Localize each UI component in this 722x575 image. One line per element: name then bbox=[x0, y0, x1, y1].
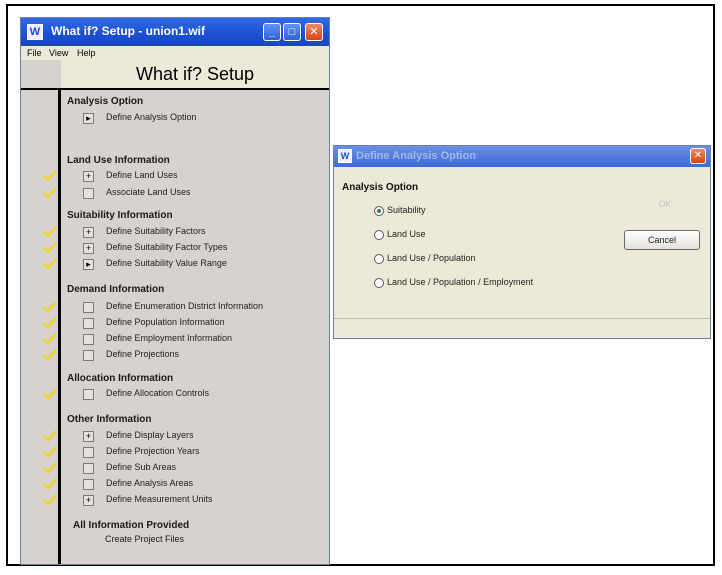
section-heading: All Information Provided bbox=[73, 520, 190, 531]
radio-button-icon[interactable] bbox=[374, 278, 384, 288]
expand-icon[interactable]: + bbox=[83, 431, 94, 442]
setup-step-label: Define Analysis Areas bbox=[106, 478, 194, 488]
expand-icon[interactable]: + bbox=[83, 171, 94, 182]
checkmark-icon bbox=[43, 317, 57, 329]
step-box-icon[interactable] bbox=[83, 334, 94, 345]
window-titlebar: W What if? Setup - union1.wif _ □ ✕ bbox=[21, 18, 329, 46]
setup-title: What if? Setup bbox=[61, 60, 329, 88]
maximize-button[interactable]: □ bbox=[283, 23, 301, 41]
menu-help[interactable]: Help bbox=[77, 48, 96, 58]
setup-step-label: Define Allocation Controls bbox=[106, 388, 210, 398]
checkmark-icon bbox=[43, 333, 57, 345]
play-icon[interactable]: ▸ bbox=[83, 113, 94, 124]
create-project-files-link[interactable]: Create Project Files bbox=[105, 534, 184, 544]
step-box-icon[interactable] bbox=[83, 463, 94, 474]
section-heading: Analysis Option bbox=[67, 96, 144, 107]
checkmark-icon bbox=[43, 478, 57, 490]
setup-step-label: Define Suitability Factors bbox=[106, 226, 206, 236]
checkmark-icon bbox=[43, 349, 57, 361]
section-heading: Allocation Information bbox=[67, 373, 174, 384]
radio-label: Suitability bbox=[387, 205, 426, 215]
radio-button-icon[interactable] bbox=[374, 206, 384, 216]
section-heading: Land Use Information bbox=[67, 155, 170, 166]
checkmark-icon bbox=[43, 301, 57, 313]
header-divider bbox=[21, 88, 329, 90]
checkmark-icon bbox=[43, 242, 57, 254]
step-box-icon[interactable] bbox=[83, 447, 94, 458]
dialog-title: Define Analysis Option bbox=[356, 150, 477, 162]
checkmark-icon bbox=[43, 430, 57, 442]
window-title: What if? Setup - union1.wif bbox=[51, 24, 205, 38]
setup-step-label: Define Population Information bbox=[106, 317, 225, 327]
section-heading: Demand Information bbox=[67, 284, 165, 295]
setup-step-label: Define Land Uses bbox=[106, 170, 178, 180]
checkmark-icon bbox=[43, 446, 57, 458]
setup-step-label: Define Employment Information bbox=[106, 333, 233, 343]
setup-step-label: Associate Land Uses bbox=[106, 187, 191, 197]
radio-button-icon[interactable] bbox=[374, 230, 384, 240]
step-box-icon[interactable] bbox=[83, 302, 94, 313]
setup-step-label: Define Enumeration District Information bbox=[106, 301, 264, 311]
menu-bar: File View Help bbox=[21, 46, 329, 60]
setup-step-label: Define Sub Areas bbox=[106, 462, 177, 472]
step-box-icon[interactable] bbox=[83, 318, 94, 329]
expand-icon[interactable]: + bbox=[83, 243, 94, 254]
checkmark-icon bbox=[43, 462, 57, 474]
group-label: Analysis Option bbox=[342, 182, 419, 193]
define-analysis-option-dialog: W Define Analysis Option ✕ Analysis Opti… bbox=[333, 145, 711, 339]
radio-label: Land Use bbox=[387, 229, 426, 239]
setup-step-label: Define Measurement Units bbox=[106, 494, 213, 504]
setup-step-label: Define Suitability Value Range bbox=[106, 258, 227, 268]
menu-file[interactable]: File bbox=[27, 48, 42, 58]
setup-step-label: Define Suitability Factor Types bbox=[106, 242, 228, 252]
expand-icon[interactable]: + bbox=[83, 227, 94, 238]
app-icon: W bbox=[338, 149, 352, 163]
ok-button[interactable]: OK bbox=[628, 194, 702, 214]
radio-label: Land Use / Population / Employment bbox=[387, 277, 534, 287]
play-icon[interactable]: ▸ bbox=[83, 259, 94, 270]
radio-button-icon[interactable] bbox=[374, 254, 384, 264]
section-heading: Suitability Information bbox=[67, 210, 173, 221]
radio-label: Land Use / Population bbox=[387, 253, 476, 263]
checkmark-icon bbox=[43, 258, 57, 270]
minimize-button[interactable]: _ bbox=[263, 23, 281, 41]
step-box-icon[interactable] bbox=[83, 389, 94, 400]
checkmark-icon bbox=[43, 494, 57, 506]
what-if-setup-window: W What if? Setup - union1.wif _ □ ✕ File… bbox=[20, 17, 330, 565]
setup-step-label: Define Projections bbox=[106, 349, 180, 359]
checkmark-icon bbox=[43, 170, 57, 182]
column-divider bbox=[58, 88, 61, 564]
section-heading: Other Information bbox=[67, 414, 152, 425]
dialog-close-button[interactable]: ✕ bbox=[690, 148, 706, 164]
setup-step-label: Define Analysis Option bbox=[106, 112, 197, 122]
close-button[interactable]: ✕ bbox=[305, 23, 323, 41]
step-box-icon[interactable] bbox=[83, 479, 94, 490]
cancel-button[interactable]: Cancel bbox=[624, 230, 700, 250]
expand-icon[interactable]: + bbox=[83, 495, 94, 506]
checkmark-icon bbox=[43, 187, 57, 199]
setup-step-label: Define Projection Years bbox=[106, 446, 200, 456]
dialog-titlebar: W Define Analysis Option ✕ bbox=[334, 146, 710, 167]
menu-view[interactable]: View bbox=[49, 48, 68, 58]
dialog-bottom-divider bbox=[334, 318, 710, 319]
setup-step-label: Define Display Layers bbox=[106, 430, 194, 440]
app-icon: W bbox=[27, 24, 43, 40]
checkmark-icon bbox=[43, 388, 57, 400]
checkmark-icon bbox=[43, 226, 57, 238]
step-box-icon[interactable] bbox=[83, 350, 94, 361]
step-box-icon[interactable] bbox=[83, 188, 94, 199]
